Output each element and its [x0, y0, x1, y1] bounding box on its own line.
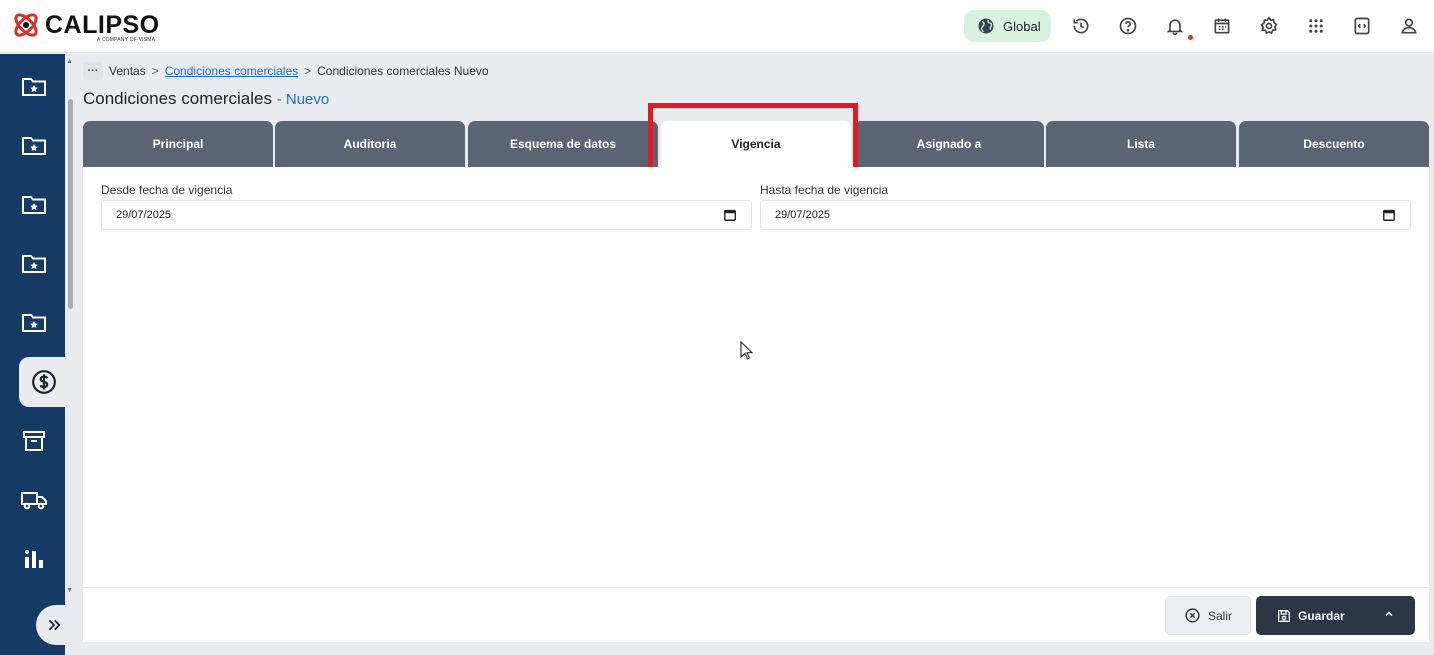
gear-icon: [1260, 16, 1278, 35]
globe-icon: [978, 18, 994, 34]
folder-star-icon: [21, 137, 46, 155]
breadcrumb: ··· Ventas > Condiciones comerciales > C…: [83, 62, 489, 80]
notification-badge: [1188, 35, 1193, 40]
user-button[interactable]: [1396, 13, 1422, 39]
calendar-icon: [1214, 18, 1230, 34]
breadcrumb-separator: >: [304, 64, 312, 78]
tab-bar: Principal Auditoria Esquema de datos Vig…: [83, 121, 1429, 167]
notifications-button[interactable]: [1162, 13, 1188, 39]
user-icon: [1401, 18, 1417, 34]
salir-label: Salir: [1207, 608, 1232, 623]
sidebar-item-reports[interactable]: [0, 534, 65, 584]
tab-content-vigencia: Desde fecha de vigencia 29/07/2025 Hasta…: [83, 167, 1429, 587]
calipso-logo[interactable]: CALIPSO A COMPANY OF VISMA: [10, 9, 160, 45]
bar-chart-icon: [24, 550, 43, 568]
folder-star-icon: [21, 314, 46, 332]
truck-icon: [20, 492, 47, 510]
dollar-circle-icon: [32, 370, 56, 394]
page-subtitle: - Nuevo: [276, 91, 330, 108]
tab-principal[interactable]: Principal: [83, 121, 273, 167]
tab-label: Esquema de datos: [509, 137, 617, 151]
global-scope-button[interactable]: Global: [964, 10, 1051, 42]
tab-label: Principal: [152, 137, 204, 151]
bell-icon: [1166, 19, 1184, 36]
salir-button[interactable]: Salir: [1165, 596, 1251, 635]
breadcrumb-more-button[interactable]: ···: [83, 62, 103, 80]
sidebar-item-folder-2[interactable]: [0, 121, 65, 171]
tab-label: Lista: [1126, 137, 1155, 151]
tab-auditoria[interactable]: Auditoria: [275, 121, 465, 167]
sidebar-item-folder-4[interactable]: [0, 239, 65, 289]
sidebar-item-folder-3[interactable]: [0, 180, 65, 230]
page-scrollbar[interactable]: ▲ ▼: [65, 54, 75, 600]
sidebar: [0, 54, 65, 655]
archive-box-icon: [22, 431, 45, 451]
breadcrumb-item-current: Condiciones comerciales Nuevo: [317, 64, 489, 78]
hasta-fecha-input[interactable]: 29/07/2025: [760, 200, 1411, 230]
brand-tagline: A COMPANY OF VISMA: [97, 37, 156, 43]
sidebar-item-ventas[interactable]: [19, 357, 65, 407]
global-label: Global: [1003, 18, 1041, 34]
help-button[interactable]: [1115, 13, 1141, 39]
code-window-icon: [1354, 17, 1370, 35]
page-title: Condiciones comerciales - Nuevo: [83, 89, 329, 109]
scroll-up-icon[interactable]: ▲: [66, 58, 73, 65]
help-icon: [1119, 17, 1137, 35]
breadcrumb-link-condiciones[interactable]: Condiciones comerciales: [165, 64, 298, 78]
brand-name: CALIPSO: [45, 11, 160, 39]
sidebar-item-archive[interactable]: [0, 416, 65, 466]
page-title-text: Condiciones comerciales: [83, 89, 272, 108]
tab-label: Vigencia: [731, 137, 781, 151]
save-icon: [1278, 609, 1290, 622]
folder-star-icon: [21, 196, 46, 214]
tab-label: Auditoria: [343, 137, 397, 151]
tab-label: Asignado a: [916, 137, 982, 151]
guardar-label: Guardar: [1298, 608, 1345, 623]
tab-lista[interactable]: Lista: [1046, 121, 1236, 167]
calendar-picker-icon[interactable]: [723, 208, 737, 222]
sidebar-expand-button[interactable]: [36, 605, 72, 645]
close-circle-icon: [1185, 608, 1200, 623]
breadcrumb-separator: >: [151, 64, 159, 78]
folder-star-icon: [21, 78, 46, 96]
developer-button[interactable]: [1349, 13, 1375, 39]
history-button[interactable]: [1068, 13, 1094, 39]
scroll-down-icon[interactable]: ▼: [66, 587, 73, 594]
tab-esquema-de-datos[interactable]: Esquema de datos: [468, 121, 658, 167]
settings-button[interactable]: [1256, 13, 1282, 39]
desde-fecha-value: 29/07/2025: [116, 209, 172, 221]
chevron-up-icon[interactable]: [1383, 608, 1395, 620]
desde-fecha-label: Desde fecha de vigencia: [101, 183, 233, 197]
tab-vigencia[interactable]: Vigencia: [661, 121, 851, 167]
sidebar-item-logistics[interactable]: [0, 475, 65, 525]
hasta-fecha-label: Hasta fecha de vigencia: [760, 183, 889, 197]
guardar-button[interactable]: Guardar: [1256, 596, 1415, 635]
sidebar-item-folder-1[interactable]: [0, 62, 65, 112]
tab-label: Descuento: [1303, 137, 1365, 151]
sidebar-item-folder-5[interactable]: [0, 298, 65, 348]
calendar-picker-icon[interactable]: [1382, 208, 1396, 222]
double-chevron-right-icon: [48, 619, 61, 631]
tab-asignado-a[interactable]: Asignado a: [854, 121, 1044, 167]
folder-star-icon: [21, 255, 46, 273]
breadcrumb-item-ventas: Ventas: [109, 64, 146, 78]
mouse-cursor-icon: [740, 341, 754, 360]
calipso-logo-icon: [14, 13, 38, 37]
apps-grid-icon: [1309, 19, 1323, 33]
top-bar: CALIPSO A COMPANY OF VISMA Global: [0, 0, 1434, 53]
apps-button[interactable]: [1303, 13, 1329, 39]
calendar-button[interactable]: [1209, 13, 1235, 39]
history-icon: [1073, 18, 1089, 34]
scroll-thumb[interactable]: [68, 99, 73, 309]
hasta-fecha-value: 29/07/2025: [775, 209, 831, 221]
tab-descuento[interactable]: Descuento: [1239, 121, 1429, 167]
form-footer: Salir Guardar: [83, 587, 1429, 642]
desde-fecha-input[interactable]: 29/07/2025: [101, 200, 752, 230]
